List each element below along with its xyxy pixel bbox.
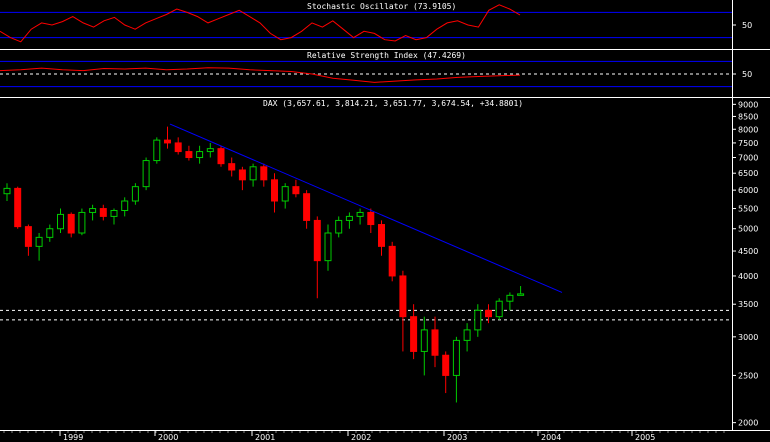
y-tick-label: 5500 [738,205,758,214]
x-tick-label: 2005 [635,433,655,442]
y-tick-label: 9000 [738,100,758,109]
candle-body [463,329,471,341]
y-tick-label: 2500 [738,371,758,380]
candle-body [196,151,204,159]
candle-body [260,166,268,181]
candle-body [399,275,407,318]
candle-body [442,354,450,376]
candle-body [174,142,182,153]
candle-body [131,186,139,202]
dax-title: DAX (3,657.61, 3,814.21, 3,651.77, 3,674… [263,99,524,108]
candle-body [506,294,514,302]
candle-body [121,200,129,211]
candle-body [271,179,278,202]
candle-body [110,209,118,217]
y-tick-label: 5000 [738,225,758,234]
x-tick-label: 1999 [63,433,83,442]
candle-body [78,211,86,234]
dax-monthly-chart: 50 50 2000 2500 3000 3500 4000 4500 5000 5500 6000… [0,0,770,442]
candle-body [367,211,375,226]
x-tick-label: 2000 [158,433,178,442]
candle-body [67,213,75,234]
x-tick-label: 2004 [541,433,561,442]
candle-body [35,236,43,247]
candle-body [57,213,64,230]
candle-body [303,193,311,221]
candle-body [14,187,22,228]
y-tick-label: 3500 [738,300,758,309]
y-tick-label: 3000 [738,333,758,342]
trendline [169,123,563,293]
candle-body [378,224,385,247]
x-tick-label: 2003 [447,433,467,442]
x-tick-label: 2002 [351,433,371,442]
candle-body [410,316,418,352]
y-tick-label: 50 [742,70,752,79]
y-tick-label: 4500 [738,247,758,256]
candle-body [485,309,492,318]
candle-body [313,219,321,262]
candle-body [452,339,460,376]
candle-body [238,169,246,181]
candle-body [142,160,150,188]
y-tick-label: 2000 [738,419,758,428]
y-tick-label: 6000 [738,186,758,195]
candle-body [517,293,525,296]
candle-body [99,208,107,217]
y-tick-label: 6500 [738,169,758,178]
candle-body [217,148,225,165]
candle-body [46,228,54,238]
candle-body [3,187,11,195]
candle-body [356,211,364,217]
candle-body [185,151,193,159]
candle-body [206,148,214,153]
oscillator-line [0,67,521,83]
y-tick-label: 8000 [738,125,758,134]
candle-body [474,309,482,331]
candle-body [153,139,161,162]
y-tick-label: 8500 [738,112,758,121]
candle-body [24,226,32,247]
x-tick-label: 2001 [255,433,275,442]
y-tick-label: 4000 [738,272,758,281]
y-tick-label: 50 [742,21,752,30]
candle-body [89,208,97,213]
candle-body [345,215,353,221]
candle-body [431,329,439,356]
rsi-title: Relative Strength Index (47.4269) [307,51,466,60]
y-tick-label: 7000 [738,154,758,163]
candle-body [388,245,396,277]
candle-body [292,186,300,195]
candle-body [281,186,289,202]
candle-body [164,139,171,144]
candle-body [324,232,332,262]
candle-body [249,166,257,181]
candle-body [335,219,343,234]
candle-body [420,329,428,352]
candle-body [228,163,236,171]
y-tick-label: 7500 [738,139,758,148]
candle-body [495,300,503,318]
stochastic-title: Stochastic Oscillator (73.9105) [307,2,457,11]
